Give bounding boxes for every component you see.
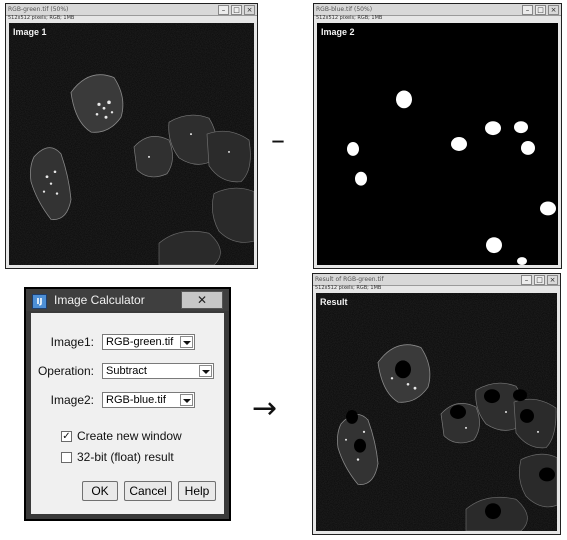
close-icon[interactable]: × (244, 5, 255, 15)
image1-info: 512x512 pixels; RGB; 1MB (8, 15, 75, 21)
minimize-icon[interactable]: – (521, 275, 532, 285)
float-result-label[interactable]: 32-bit (float) result (77, 450, 174, 464)
result-window-controls: – □ × (521, 275, 558, 285)
image1-field-label: Image1: (50, 335, 94, 349)
cancel-button[interactable]: Cancel (124, 481, 172, 501)
chevron-down-icon[interactable] (180, 394, 193, 406)
nuclei-mask-image (317, 23, 558, 265)
imagej-icon: IJ (32, 294, 47, 309)
result-cells-image (316, 293, 557, 531)
cells-image (9, 23, 254, 265)
image2-title: RGB-blue.tif (50%) (316, 6, 373, 13)
arrow-operator: → (252, 391, 278, 426)
image1-window-controls: – □ × (218, 5, 255, 15)
image2-window[interactable]: RGB-blue.tif (50%) – □ × 512x512 pixels;… (313, 3, 562, 269)
operation-select[interactable]: Subtract (102, 363, 214, 379)
maximize-icon[interactable]: □ (231, 5, 242, 15)
dialog-titlebar[interactable]: IJ Image Calculator ✕ (26, 289, 229, 311)
close-icon[interactable]: ✕ (181, 291, 223, 309)
dialog-title: Image Calculator (54, 293, 145, 307)
maximize-icon[interactable]: □ (535, 5, 546, 15)
image2-label: Image 2 (321, 27, 355, 37)
image2-window-controls: – □ × (522, 5, 559, 15)
image1-select[interactable]: RGB-green.tif (102, 334, 195, 350)
ok-button[interactable]: OK (82, 481, 118, 501)
minus-operator: – (271, 123, 285, 156)
maximize-icon[interactable]: □ (534, 275, 545, 285)
result-info: 512x512 pixels; RGB; 1MB (315, 285, 382, 291)
image2-select[interactable]: RGB-blue.tif (102, 392, 195, 408)
result-window[interactable]: Result of RGB-green.tif – □ × 512x512 pi… (312, 273, 561, 535)
minimize-icon[interactable]: – (522, 5, 533, 15)
chevron-down-icon[interactable] (199, 365, 212, 377)
image1-canvas[interactable]: Image 1 (9, 23, 254, 265)
close-icon[interactable]: × (548, 5, 559, 15)
image1-window[interactable]: RGB-green.tif (50%) – □ × 512x512 pixels… (5, 3, 258, 269)
image1-title: RGB-green.tif (50%) (8, 6, 69, 13)
image2-info: 512x512 pixels; RGB; 1MB (316, 15, 383, 21)
close-icon[interactable]: × (547, 275, 558, 285)
image2-select-value: RGB-blue.tif (106, 394, 166, 406)
image1-label: Image 1 (13, 27, 47, 37)
dialog-frame: IJ Image Calculator ✕ Image1: RGB-green.… (26, 289, 229, 519)
result-title: Result of RGB-green.tif (315, 276, 384, 283)
result-label: Result (320, 297, 348, 307)
help-button[interactable]: Help (178, 481, 216, 501)
result-canvas[interactable]: Result (316, 293, 557, 531)
float-result-checkbox[interactable] (61, 452, 72, 463)
image1-select-value: RGB-green.tif (106, 336, 174, 348)
create-new-window-label[interactable]: Create new window (77, 429, 182, 443)
image2-field-label: Image2: (50, 393, 94, 407)
checkmark-icon: ✓ (62, 431, 71, 442)
operation-select-value: Subtract (106, 365, 147, 377)
chevron-down-icon[interactable] (180, 336, 193, 348)
image-calculator-dialog: IJ Image Calculator ✕ Image1: RGB-green.… (24, 287, 231, 521)
image2-canvas[interactable]: Image 2 (317, 23, 558, 265)
create-new-window-checkbox[interactable]: ✓ (61, 431, 72, 442)
dialog-body: Image1: RGB-green.tif Operation: Subtrac… (31, 313, 224, 514)
operation-field-label: Operation: (37, 364, 94, 378)
minimize-icon[interactable]: – (218, 5, 229, 15)
